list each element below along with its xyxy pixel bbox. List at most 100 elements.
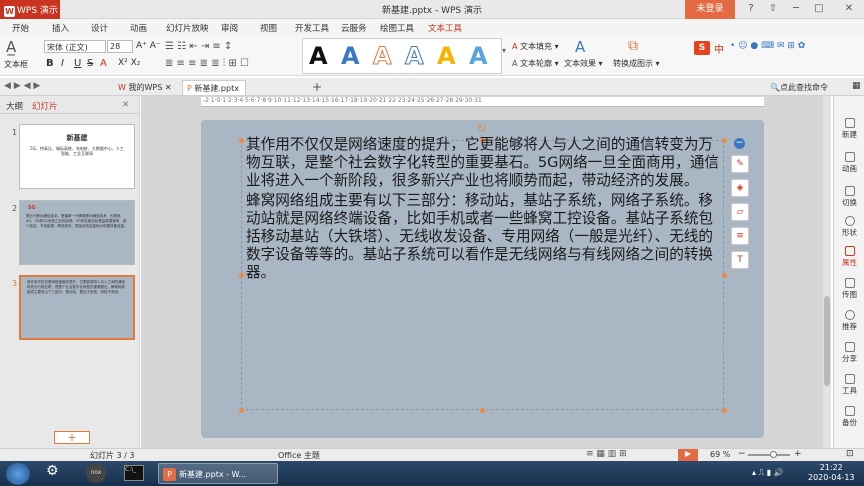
zoom-slider-thumb[interactable]	[770, 451, 777, 458]
sogou-icon[interactable]: S	[694, 41, 710, 55]
new-tab-button[interactable]: +	[312, 80, 322, 94]
text-styles-gallery[interactable]: A A A A A A	[302, 38, 502, 74]
tab-drawing-tools[interactable]: 绘图工具	[380, 22, 414, 34]
pane-share[interactable]: 分享	[834, 342, 864, 364]
bullets-icon[interactable]: ☰ ☷ ⇤ ⇥ ≡ ↕	[165, 41, 232, 52]
tab-text-tools[interactable]: 文本工具	[425, 22, 465, 38]
textbox-button[interactable]: 文本框	[4, 59, 28, 70]
taskbar-wps-window[interactable]: P 新基建.pptx - W...	[158, 463, 278, 484]
zoom-slider[interactable]	[748, 454, 790, 456]
pane-recommend[interactable]: 推荐	[834, 310, 864, 332]
tab-review[interactable]: 审阅	[221, 22, 238, 34]
gallery-more-icon[interactable]: ▾	[502, 46, 506, 55]
font-name-select[interactable]: 宋体 (正文)	[44, 40, 106, 53]
superscript-button[interactable]: X² X₂	[118, 58, 140, 68]
maximize-button[interactable]: □	[810, 1, 828, 17]
pane-tools[interactable]: 工具	[834, 374, 864, 396]
pane-new[interactable]: 新建	[834, 118, 864, 140]
resize-handle[interactable]	[722, 408, 727, 413]
tab-cloud[interactable]: 云服务	[341, 22, 367, 34]
tray-icons[interactable]: ▴ ⎍ ▮ 🔊	[752, 468, 784, 486]
slide-thumbnail-3[interactable]: 其作用不仅仅是网络速度的提升，它更能够将人与人之间的通信转变为万物互联，是整个社…	[19, 275, 135, 340]
pane-backup[interactable]: 备份	[834, 406, 864, 428]
italic-button[interactable]: I	[61, 58, 64, 69]
text-effect-icon[interactable]: A	[575, 38, 585, 56]
text-effect-button[interactable]: 文本效果 ▾	[564, 58, 603, 69]
tab-insert[interactable]: 插入	[52, 22, 69, 34]
style-blue-outline-icon[interactable]: A	[405, 42, 425, 71]
minimize-button[interactable]: ─	[787, 1, 805, 17]
font-size-select[interactable]: 28	[107, 40, 133, 53]
vertical-scrollbar[interactable]	[823, 96, 831, 448]
grow-font-icon[interactable]: A⁺ A⁻	[136, 41, 161, 51]
nox-icon[interactable]: nox	[86, 463, 106, 483]
style-gold-icon[interactable]: A	[437, 42, 456, 70]
style-orange-outline-icon[interactable]: A	[373, 42, 393, 71]
zoom-out-button[interactable]: −	[738, 449, 746, 459]
ime-toolbar-icons[interactable]: • ☺ ● ⌨ ✉ ⊞ ✿	[730, 41, 805, 51]
style-blue-icon[interactable]: A	[341, 42, 360, 70]
edit-shape-icon[interactable]: ✎	[731, 155, 749, 173]
text-align-icon[interactable]: ≡	[731, 227, 749, 245]
clock[interactable]: 21:22 2020-04-13	[808, 463, 855, 484]
text-fill-button[interactable]: A 文本填充 ▾	[512, 41, 559, 52]
fill-icon[interactable]: ◈	[731, 179, 749, 197]
convert-smartart-button[interactable]: 转换成图示 ▾	[613, 58, 660, 69]
ime-lang-indicator[interactable]: 中	[714, 41, 724, 56]
tab-design[interactable]: 设计	[91, 22, 108, 34]
bold-button[interactable]: B	[46, 58, 54, 69]
skin-icon[interactable]: ⇧	[764, 1, 782, 17]
tab-animation[interactable]: 动画	[130, 22, 147, 34]
pane-toggle-icon[interactable]: ▦	[852, 81, 861, 91]
font-color-button[interactable]: A	[100, 58, 107, 69]
text-style-icon[interactable]: T	[731, 251, 749, 269]
textbox-icon[interactable]: A̲	[6, 38, 16, 56]
settings-icon[interactable]: ⚙	[46, 463, 66, 484]
tab-developer[interactable]: 开发工具	[295, 22, 329, 34]
help-icon[interactable]: ?	[742, 1, 760, 17]
play-slideshow-button[interactable]: ▶	[678, 449, 698, 461]
terminal-icon[interactable]: C:\_	[124, 465, 144, 481]
smartart-icon[interactable]: ⧉	[628, 38, 638, 54]
pane-properties[interactable]: 属性	[834, 246, 864, 268]
tab-slideshow[interactable]: 幻灯片放映	[166, 22, 209, 34]
slide-body-text[interactable]: 其作用不仅仅是网络速度的提升，它更能够将人与人之间的通信转变为万物互联，是整个社…	[246, 136, 726, 284]
pane-shapes[interactable]: 形状	[834, 216, 864, 238]
start-button[interactable]	[6, 463, 30, 485]
align-icons[interactable]: ≣ ≡ ≡ ≣ ≣ ⫶ ⊞ ☐	[165, 58, 249, 69]
slide-canvas[interactable]: ↻ 其作用不仅仅是网络速度的提升，它更能够将人与人之间的通信转变为万物互联，是整…	[201, 120, 764, 438]
outline-icon[interactable]: ▱	[731, 203, 749, 221]
resize-handle[interactable]	[239, 273, 244, 278]
underline-button[interactable]: U	[74, 58, 81, 69]
resize-handle[interactable]	[239, 408, 244, 413]
slide-thumbnail-1[interactable]: 新基建 5G、特高压、城际高铁、充电桩、大数据中心、人工智能、工业互联网	[19, 124, 135, 189]
text-outline-button[interactable]: A 文本轮廓 ▾	[512, 58, 559, 69]
tab-home[interactable]: 开始	[12, 22, 29, 34]
strikethrough-button[interactable]: S	[87, 58, 93, 69]
resize-handle[interactable]	[480, 408, 485, 413]
panel-close-icon[interactable]: ✕	[122, 100, 129, 110]
tab-view[interactable]: 视图	[260, 22, 277, 34]
add-slide-button[interactable]: +	[54, 431, 90, 444]
tab-nav-icons[interactable]: ◀ ▶ ◀ ▶	[4, 81, 40, 91]
horizontal-ruler[interactable]: -2·1·0·1·2·3·4·5·6·7·8·9·10·11·12·13·14·…	[201, 97, 764, 107]
resize-handle[interactable]	[239, 138, 244, 143]
zoom-in-button[interactable]: +	[794, 449, 802, 459]
fit-window-icon[interactable]: ⊡	[846, 449, 854, 459]
rotate-handle-icon[interactable]: ↻	[477, 122, 486, 135]
login-button[interactable]: 未登录	[685, 0, 735, 19]
view-icons[interactable]: ≡ ▦ ▥ ⊞	[586, 449, 627, 459]
theme-name[interactable]: Office 主题	[278, 450, 320, 461]
style-light-blue-icon[interactable]: A	[469, 42, 488, 70]
tab-slides[interactable]: 幻灯片	[32, 100, 58, 112]
tab-outline[interactable]: 大纲	[6, 100, 23, 112]
pane-transition[interactable]: 切换	[834, 186, 864, 208]
tab-document[interactable]: P 新基建.pptx	[182, 80, 246, 95]
collapse-icon[interactable]: −	[734, 138, 745, 149]
tab-my-wps[interactable]: W 我的WPS ✕	[114, 80, 176, 95]
slide-thumbnail-2[interactable]: 5G 第五代移动通信技术，是最新一代蜂窝移动通信技术，也是继4G、3G和2G系统…	[19, 200, 135, 265]
pane-upload[interactable]: 传图	[834, 278, 864, 300]
close-button[interactable]: ✕	[840, 1, 858, 17]
pane-animation[interactable]: 动画	[834, 152, 864, 174]
style-black-icon[interactable]: A	[309, 42, 328, 70]
